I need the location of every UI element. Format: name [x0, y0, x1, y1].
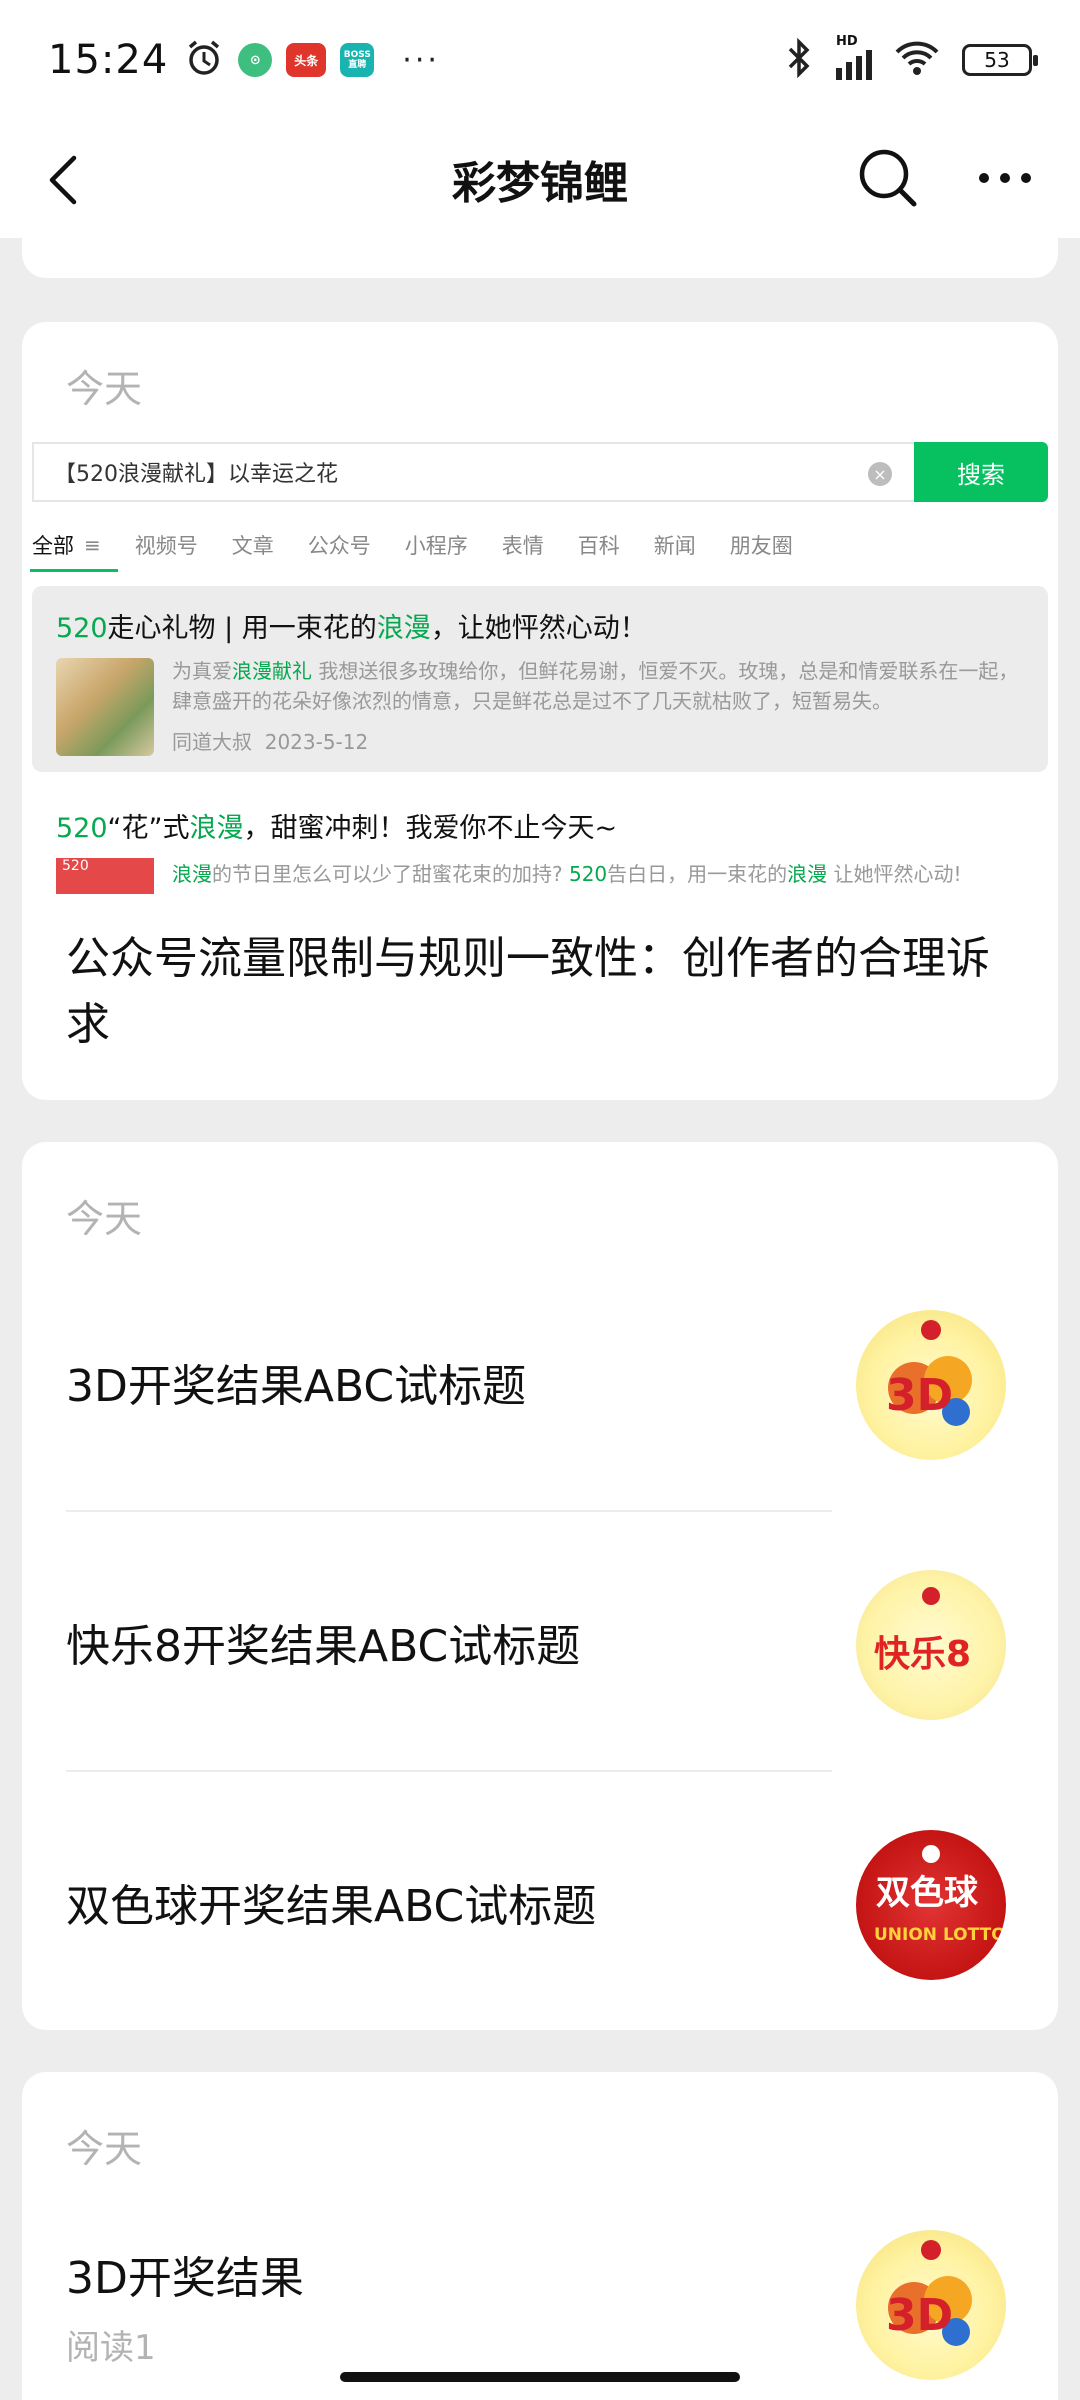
cover-result: 520走心礼物 | 用一束花的浪漫，让她怦然心动！ 为真爱浪漫献礼 我想送很多玫… [32, 586, 1048, 772]
lottery-happy8-logo: 快乐8 [856, 1570, 1006, 1720]
read-count: 阅读1 [66, 2328, 156, 2368]
home-indicator[interactable] [340, 2372, 740, 2382]
cover-result-thumbnail: 520 [56, 858, 154, 894]
cover-tab: 新闻 [653, 534, 696, 558]
cover-search-bar: 【520浪漫献礼】以幸运之花 × 搜索 [32, 442, 1048, 502]
battery-icon: 53 [962, 44, 1038, 76]
svg-text:快乐8: 快乐8 [874, 1634, 971, 1675]
back-button[interactable] [36, 150, 96, 210]
article-card[interactable]: 今天 3D开奖结果 阅读1 3D [22, 2072, 1058, 2400]
more-notifications-icon: ··· [402, 42, 440, 78]
cover-result-title: 520“花”式浪漫，甜蜜冲刺！我爱你不止今天~ [56, 813, 618, 844]
cover-tab: 公众号 [307, 534, 371, 558]
svg-text:双色球: 双色球 [876, 1873, 979, 1913]
boss-app-icon: BOSS直聘 [340, 43, 375, 77]
alarm-icon [184, 38, 224, 82]
status-notification-icons: ⊙ 头条 BOSS直聘 ··· [184, 38, 440, 82]
article-list-item[interactable]: 双色球开奖结果ABC试标题 双色球 UNION LOTTO [22, 1772, 1058, 2030]
cover-result-meta: 同道大叔 2023-5-12 [172, 730, 369, 754]
lottery-3d-logo: 3D [856, 1310, 1006, 1460]
article-title: 3D开奖结果ABC试标题 [66, 1361, 527, 1412]
date-label: 今天 [66, 1197, 143, 1241]
lottery-double-color-ball-logo: 双色球 UNION LOTTO [856, 1830, 1006, 1980]
article-title: 快乐8开奖结果ABC试标题 [66, 1621, 581, 1672]
cover-tab: 视频号 [134, 534, 198, 558]
status-right-icons: HD 53 [784, 34, 1038, 82]
cover-search-input: 【520浪漫献礼】以幸运之花 × [32, 442, 914, 502]
cover-tab: 全部 ≡ [30, 530, 118, 572]
cover-result-title: 520走心礼物 | 用一束花的浪漫，让她怦然心动！ [56, 613, 647, 644]
previous-article-card[interactable] [22, 220, 1058, 278]
toutiao-app-icon: 头条 [286, 43, 327, 77]
cover-tab: 表情 [501, 534, 544, 558]
clear-icon: × [868, 462, 892, 486]
date-label: 今天 [66, 367, 143, 411]
search-button[interactable] [856, 146, 920, 210]
app-notification-icon: ⊙ [238, 43, 273, 77]
svg-text:UNION LOTTO: UNION LOTTO [874, 1925, 1006, 1945]
article-card[interactable]: 今天 【520浪漫献礼】以幸运之花 × 搜索 全部 ≡ 视频号 文章 公众号 小程… [22, 322, 1058, 1100]
cover-tab: 百科 [577, 534, 620, 558]
cover-search-button: 搜索 [914, 442, 1048, 502]
article-list-item[interactable]: 3D开奖结果ABC试标题 3D [22, 1252, 1058, 1512]
cover-tab: 小程序 [404, 534, 468, 558]
article-cover-image: 【520浪漫献礼】以幸运之花 × 搜索 全部 ≡ 视频号 文章 公众号 小程序 表… [30, 442, 1048, 894]
article-title: 公众号流量限制与规则一致性：创作者的合理诉求 [66, 933, 990, 1050]
svg-text:3D: 3D [886, 1370, 953, 1421]
cover-tab: 朋友圈 [729, 534, 793, 558]
status-time: 15:24 [48, 37, 169, 83]
lottery-3d-logo: 3D [856, 2230, 1006, 2380]
cover-result-snippet: 浪漫的节日里怎么可以少了甜蜜花束的加持? 520告白日，用一束花的浪漫 让她怦然… [172, 862, 962, 886]
article-title: 3D开奖结果 [66, 2253, 304, 2304]
cover-result-thumbnail [56, 658, 154, 756]
article-group-card: 今天 3D开奖结果ABC试标题 3D 快乐8开奖结果ABC试标题 快乐8 双色球… [22, 1142, 1058, 2030]
more-options-button[interactable] [970, 146, 1040, 210]
wifi-icon [894, 38, 940, 82]
filter-icon: ≡ [84, 533, 101, 557]
cover-result-snippet: 为真爱浪漫献礼 我想送很多玫瑰给你，但鲜花易谢，恒爱不灭。玫瑰，总是和情爱联系在… [172, 659, 1019, 713]
date-label: 今天 [66, 2127, 143, 2171]
svg-text:3D: 3D [886, 2290, 953, 2341]
bluetooth-icon [784, 37, 814, 82]
status-bar: 15:24 ⊙ 头条 BOSS直聘 ··· HD 53 [0, 0, 1080, 120]
signal-icon: HD [836, 34, 872, 80]
cover-tab: 文章 [231, 534, 274, 558]
cover-tabs: 全部 ≡ 视频号 文章 公众号 小程序 表情 百科 新闻 朋友圈 [30, 522, 793, 572]
cover-result: 520“花”式浪漫，甜蜜冲刺！我爱你不止今天~ 520 浪漫的节日里怎么可以少了… [32, 788, 1048, 894]
article-title: 双色球开奖结果ABC试标题 [66, 1881, 597, 1932]
page-title: 彩梦锦鲤 [452, 158, 628, 209]
article-list-item[interactable]: 快乐8开奖结果ABC试标题 快乐8 [22, 1512, 1058, 1772]
